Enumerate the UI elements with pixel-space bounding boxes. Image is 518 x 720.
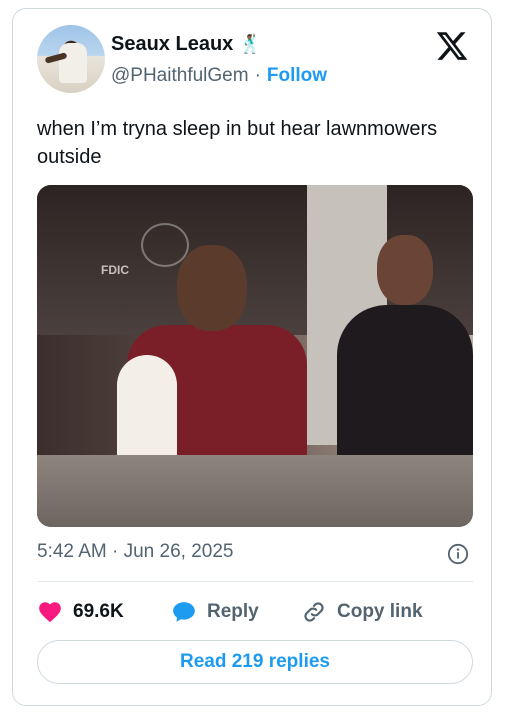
author-name[interactable]: Seaux Leaux (111, 33, 233, 56)
x-logo-icon[interactable] (435, 29, 469, 63)
timestamp[interactable]: 5:42 AM · Jun 26, 2025 (37, 541, 233, 563)
action-bar: 69.6K Reply Copy link (37, 597, 423, 627)
heart-icon (39, 602, 61, 623)
tweet-text: when I’m tryna sleep in but hear lawnmow… (37, 118, 438, 168)
handle-row: @PHaithfulGem · Follow (111, 65, 327, 87)
tweet-card: Seaux Leaux 🕺🏾 @PHaithfulGem · Follow wh… (12, 8, 492, 706)
dancer-emoji: 🕺🏾 (239, 34, 262, 54)
copy-link-button[interactable]: Copy link (301, 599, 423, 625)
reply-button[interactable]: Reply (171, 599, 301, 625)
media-person-right-head (377, 235, 433, 305)
author-handle[interactable]: @PHaithfulGem (111, 65, 249, 87)
media-counter (37, 455, 473, 527)
follow-button[interactable]: Follow (267, 65, 327, 87)
like-button[interactable]: 69.6K (37, 599, 171, 625)
avatar[interactable] (37, 25, 105, 93)
reply-label: Reply (207, 601, 259, 622)
copy-link-label: Copy link (337, 601, 423, 622)
media-person-left-head (177, 245, 247, 331)
likes-count: 69.6K (73, 601, 124, 622)
author-name-row[interactable]: Seaux Leaux 🕺🏾 (111, 33, 262, 56)
read-replies-button[interactable]: Read 219 replies (37, 640, 473, 684)
speech-bubble-icon (173, 602, 195, 622)
avatar-figure (59, 43, 87, 83)
info-icon[interactable] (447, 543, 469, 565)
tweet-media-image[interactable]: FDIC (37, 185, 473, 527)
separator-dot: · (254, 65, 261, 86)
divider (37, 581, 473, 582)
link-icon (304, 602, 324, 622)
